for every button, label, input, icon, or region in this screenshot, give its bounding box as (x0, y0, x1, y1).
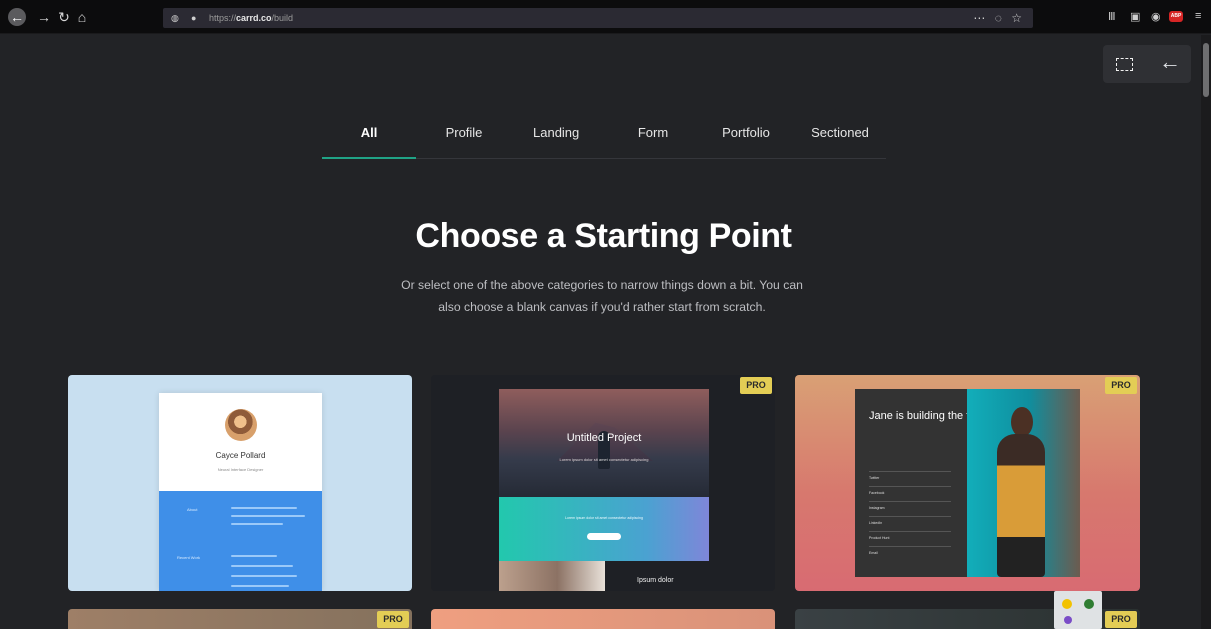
about-text-line (231, 515, 305, 517)
about-text-line (231, 507, 297, 509)
menu-icon[interactable]: ≡ (1195, 10, 1201, 22)
active-tab-indicator (322, 157, 416, 159)
lock-icon: ● (191, 13, 197, 23)
portrait-jacket (997, 434, 1045, 577)
about-label: About (187, 507, 198, 512)
back-arrow-icon[interactable]: ← (1159, 49, 1181, 75)
recent-work-label: Recent Work (177, 555, 201, 560)
extension-icon[interactable] (1062, 599, 1072, 609)
profile-template-card[interactable]: Cayce Pollard Neural Interface Designer … (68, 375, 412, 591)
pocket-icon[interactable]: ◌ (995, 11, 1005, 25)
portfolio-template-card[interactable]: PRO Jane is building the future Twitter … (795, 375, 1140, 591)
extension-popup (1054, 591, 1102, 629)
extension-icon[interactable] (1084, 599, 1094, 609)
portfolio-link: Product Hunt (869, 531, 951, 543)
star-icon[interactable]: ☆ (1011, 11, 1025, 25)
profile-role: Neural Interface Designer (217, 467, 264, 472)
tab-sectioned[interactable]: Sectioned (810, 125, 870, 140)
recent-work-line (231, 555, 277, 557)
gradient-section-text: Lorem ipsum dolor sit amet consectetur a… (565, 516, 643, 520)
library-icon[interactable]: Ⅲ (1108, 10, 1116, 23)
forward-icon[interactable]: → (35, 8, 53, 26)
portfolio-link: Email (869, 546, 951, 558)
template-card-row-2-middle[interactable] (431, 609, 775, 629)
page-actions: ⋯ ◌ ☆ (973, 11, 1025, 25)
page-title: Choose a Starting Point (415, 217, 792, 255)
recent-work-line (231, 585, 289, 587)
page-scrollbar[interactable] (1201, 35, 1211, 629)
pro-badge: PRO (377, 611, 409, 628)
landing-preview: Untitled Project Lorem ipsum dolor sit a… (499, 389, 709, 591)
tab-form[interactable]: Form (637, 125, 669, 140)
page-subtitle: Or select one of the above categories to… (401, 278, 803, 314)
profile-details-section: About Recent Work (159, 491, 322, 591)
portfolio-preview: Jane is building the future Twitter Face… (855, 389, 1080, 577)
extension-icon[interactable] (1064, 616, 1072, 624)
tab-portfolio[interactable]: Portfolio (721, 125, 771, 140)
sidebar-icon[interactable]: ▣ (1130, 10, 1140, 23)
landing-section-label: Ipsum dolor (637, 577, 674, 584)
mountain-hero-image: Untitled Project Lorem ipsum dolor sit a… (499, 389, 709, 497)
shield-icon: ◍ (171, 12, 179, 23)
tab-landing[interactable]: Landing (533, 125, 579, 140)
avatar (225, 409, 257, 441)
reload-icon[interactable]: ↻ (55, 8, 73, 26)
pro-badge: PRO (1105, 377, 1137, 394)
portfolio-link: LinkedIn (869, 516, 951, 528)
tab-profile[interactable]: Profile (444, 125, 484, 140)
back-icon[interactable]: ← (8, 8, 26, 26)
recent-work-line (231, 565, 293, 567)
profile-preview: Cayce Pollard Neural Interface Designer … (159, 393, 322, 591)
url-host: carrd.co (236, 13, 272, 23)
portrait-photo (967, 389, 1080, 577)
about-text-line (231, 523, 283, 525)
gradient-section: Lorem ipsum dolor sit amet consectetur a… (499, 497, 709, 561)
recent-work-line (231, 575, 297, 577)
address-bar[interactable]: ◍ ● https://carrd.co/build ⋯ ◌ ☆ (163, 8, 1033, 28)
template-card-row-2-left[interactable]: PRO (68, 609, 412, 629)
tattooed-person-photo (499, 561, 605, 591)
pro-badge: PRO (740, 377, 772, 394)
editor-tool-panel: ← (1103, 45, 1191, 83)
portfolio-link: Facebook (869, 486, 951, 498)
landing-subtitle: Lorem ipsum dolor sit amet consectetur a… (559, 457, 649, 462)
portfolio-link: Twitter (869, 471, 951, 483)
account-icon[interactable]: ◉ (1151, 10, 1161, 23)
profile-name: Cayce Pollard (215, 451, 266, 460)
more-icon[interactable]: ⋯ (973, 11, 988, 25)
carrd-builder-page: ← All Profile Landing Form Portfolio Sec… (6, 35, 1201, 629)
portrait-head (1011, 407, 1033, 437)
url-path: /build (271, 13, 294, 23)
browser-toolbar: ← → ↻ ⌂ ◍ ● https://carrd.co/build ⋯ ◌ ☆… (0, 0, 1211, 34)
scrollbar-thumb[interactable] (1203, 43, 1209, 97)
selection-box-icon[interactable] (1116, 58, 1133, 71)
landing-template-card[interactable]: PRO Untitled Project Lorem ipsum dolor s… (431, 375, 775, 591)
adblock-icon[interactable]: ABP (1169, 11, 1183, 22)
gradient-section-button (587, 533, 621, 540)
template-category-tabs: All Profile Landing Form Portfolio Secti… (322, 115, 886, 159)
home-icon[interactable]: ⌂ (73, 8, 91, 26)
portfolio-link: Instagram (869, 501, 951, 513)
pro-badge: PRO (1105, 611, 1137, 628)
tab-all[interactable]: All (358, 125, 380, 140)
landing-title: Untitled Project (566, 432, 642, 444)
url-prefix: https:// (209, 13, 237, 23)
